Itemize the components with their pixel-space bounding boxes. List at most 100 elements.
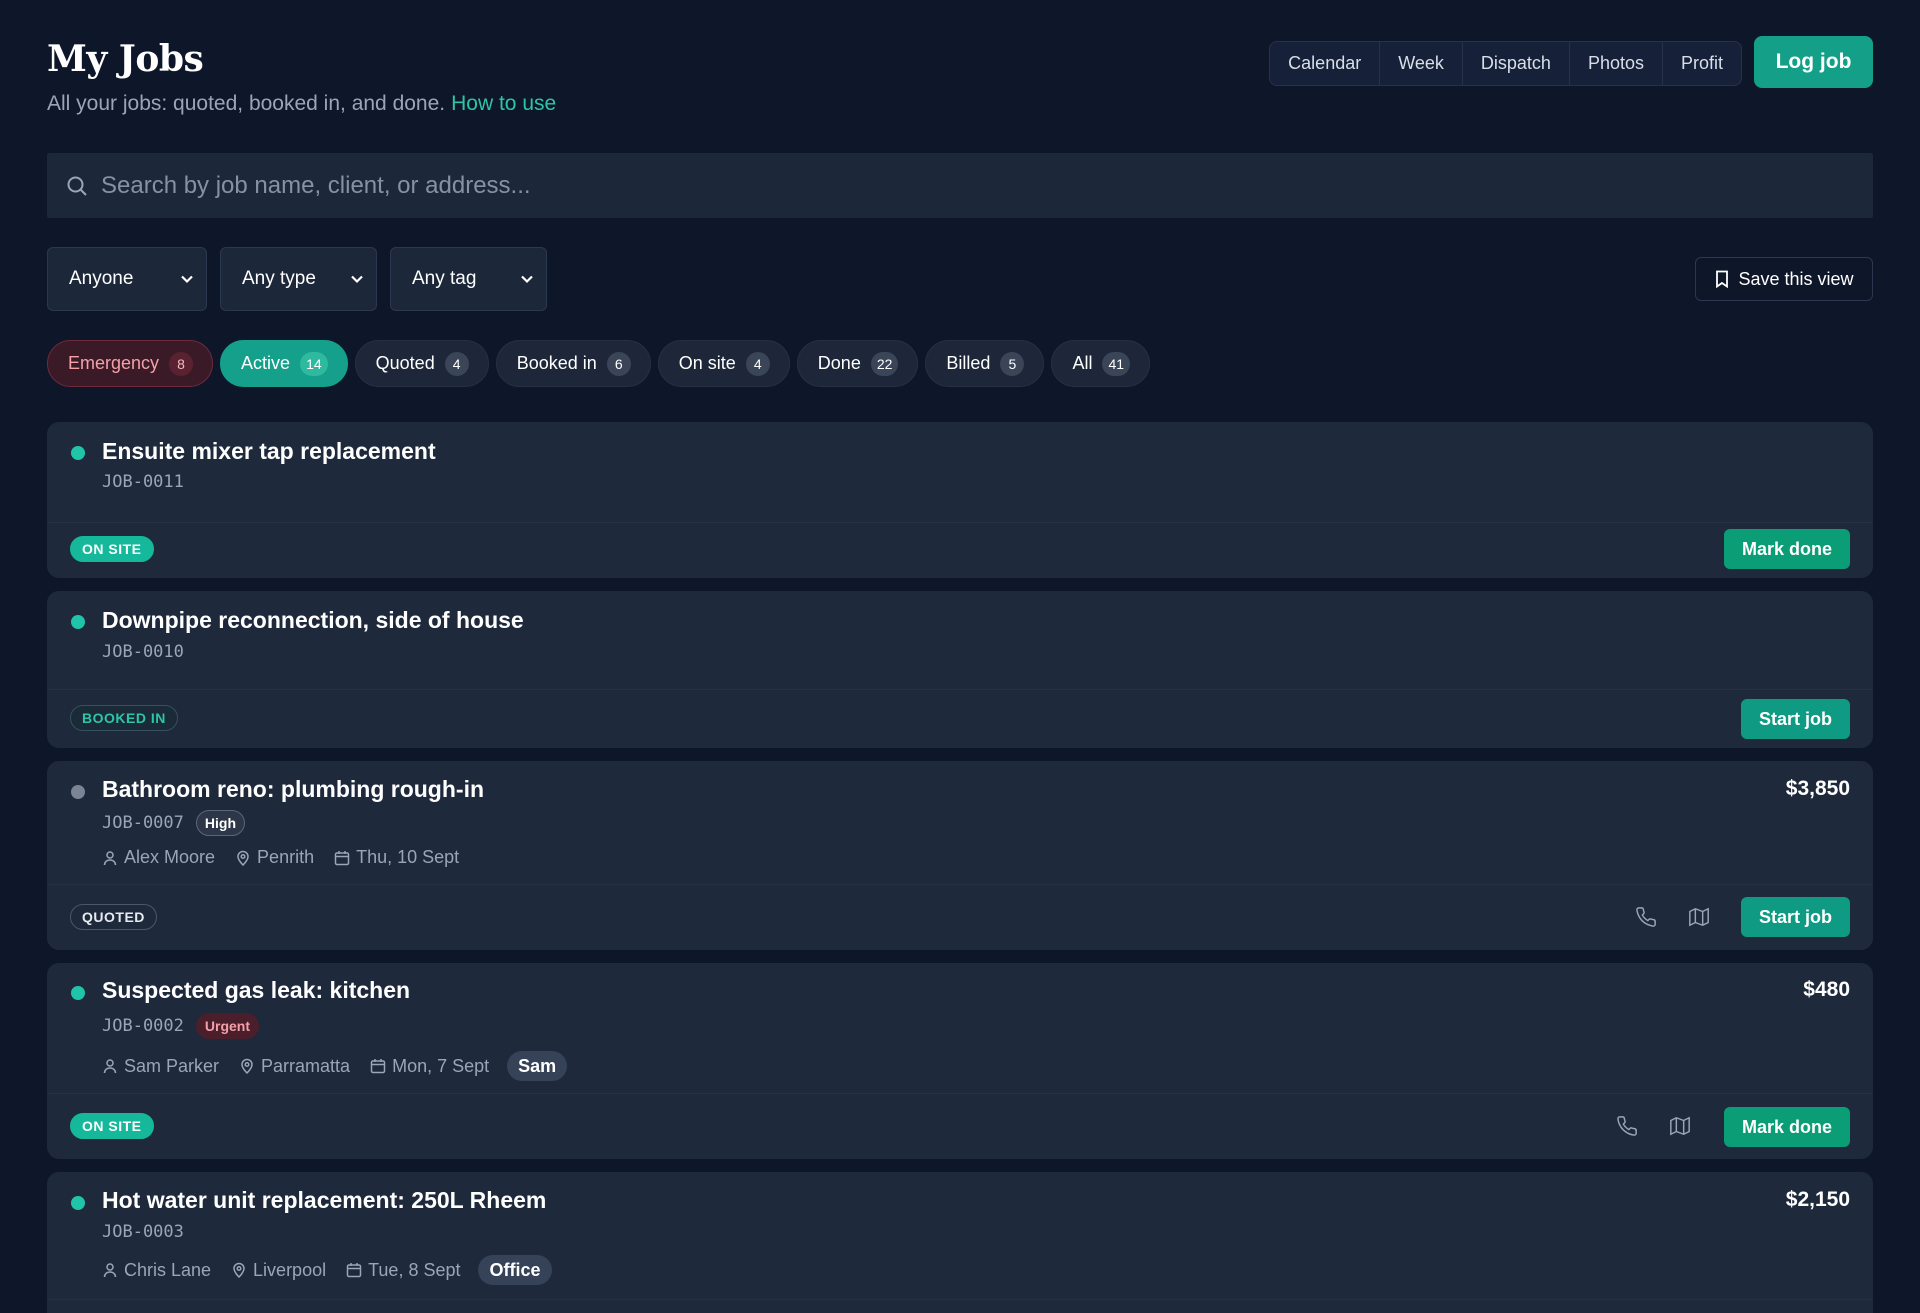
job-meta: Alex Moore Penrith Thu, 10 Sept bbox=[102, 847, 459, 868]
user-icon bbox=[102, 850, 118, 866]
pill-emergency[interactable]: Emergency 8 bbox=[47, 340, 214, 387]
job-id-text: JOB-0003 bbox=[102, 1222, 184, 1242]
job-id: JOB-0003 bbox=[102, 1222, 184, 1242]
nav-week-button[interactable]: Week bbox=[1380, 42, 1463, 85]
date-text: Mon, 7 Sept bbox=[392, 1055, 490, 1076]
assignee-tag: Office bbox=[478, 1255, 552, 1285]
priority-badge: Urgent bbox=[195, 1013, 260, 1039]
pill-billed[interactable]: Billed 5 bbox=[925, 340, 1045, 387]
tag-select-value: Any tag bbox=[412, 268, 477, 289]
pill-label: Active bbox=[241, 353, 291, 373]
save-view-button[interactable]: Save this view bbox=[1695, 257, 1873, 301]
job-date: Tue, 8 Sept bbox=[346, 1260, 460, 1281]
status-dot bbox=[71, 1196, 85, 1210]
job-meta: Chris Lane Liverpool Tue, 8 Sept Office bbox=[102, 1255, 552, 1285]
job-card[interactable]: Downpipe reconnection, side of house JOB… bbox=[47, 591, 1873, 748]
card-divider bbox=[47, 884, 1873, 885]
job-card[interactable]: Hot water unit replacement: 250L Rheem $… bbox=[47, 1172, 1873, 1313]
nav-profit-button[interactable]: Profit bbox=[1663, 42, 1741, 85]
job-id: JOB-0011 bbox=[102, 472, 184, 492]
priority-badge: High bbox=[195, 810, 245, 836]
filter-bar: Anyone Any type Any tag bbox=[47, 247, 547, 311]
pill-count: 8 bbox=[169, 351, 194, 376]
job-amount: $2,150 bbox=[1785, 1188, 1850, 1211]
mark-done-button[interactable]: Mark done bbox=[1723, 1107, 1850, 1147]
search-bar bbox=[47, 153, 1873, 218]
calendar-icon bbox=[346, 1262, 362, 1278]
header: My Jobs All your jobs: quoted, booked in… bbox=[47, 36, 1873, 126]
nav-dispatch-button[interactable]: Dispatch bbox=[1463, 42, 1570, 85]
location-name: Liverpool bbox=[253, 1259, 327, 1280]
phone-icon[interactable] bbox=[1632, 903, 1660, 931]
subtitle-text: All your jobs: quoted, booked in, and do… bbox=[47, 92, 446, 115]
type-select-value: Any type bbox=[242, 268, 316, 289]
job-location: Parramatta bbox=[239, 1056, 350, 1077]
job-title[interactable]: Bathroom reno: plumbing rough-in bbox=[102, 776, 484, 803]
client-name: Chris Lane bbox=[124, 1259, 212, 1280]
assignee-tag: Sam bbox=[507, 1051, 568, 1081]
mark-done-button[interactable]: Mark done bbox=[1723, 529, 1850, 569]
map-icon[interactable] bbox=[1685, 903, 1713, 931]
pill-label: All bbox=[1072, 353, 1093, 373]
view-nav: Calendar Week Dispatch Photos Profit bbox=[1269, 41, 1742, 86]
job-location: Liverpool bbox=[231, 1260, 326, 1281]
pill-quoted[interactable]: Quoted 4 bbox=[354, 340, 489, 387]
chevron-down-icon bbox=[520, 272, 534, 286]
status-badge: QUOTED bbox=[70, 904, 157, 930]
job-title[interactable]: Ensuite mixer tap replacement bbox=[102, 438, 436, 465]
page-subtitle: All your jobs: quoted, booked in, and do… bbox=[47, 92, 1873, 116]
job-id: JOB-0010 bbox=[102, 642, 184, 662]
job-id-text: JOB-0010 bbox=[102, 642, 184, 662]
job-date: Thu, 10 Sept bbox=[334, 847, 459, 868]
job-amount: $480 bbox=[1803, 978, 1850, 1001]
job-card[interactable]: Ensuite mixer tap replacement JOB-0011 O… bbox=[47, 422, 1873, 578]
pill-count: 6 bbox=[606, 351, 631, 376]
job-client: Sam Parker bbox=[102, 1056, 219, 1077]
pill-booked-in[interactable]: Booked in 6 bbox=[495, 340, 651, 387]
pill-count: 41 bbox=[1102, 351, 1131, 376]
job-title[interactable]: Downpipe reconnection, side of house bbox=[102, 607, 524, 634]
log-job-button[interactable]: Log job bbox=[1754, 36, 1873, 88]
nav-calendar-button[interactable]: Calendar bbox=[1270, 42, 1381, 85]
tag-select[interactable]: Any tag bbox=[390, 247, 547, 311]
assignee-select[interactable]: Anyone bbox=[47, 247, 207, 311]
job-card[interactable]: Bathroom reno: plumbing rough-in $3,850 … bbox=[47, 761, 1873, 950]
status-badge: ON SITE bbox=[70, 536, 154, 562]
pill-label: Done bbox=[817, 353, 861, 373]
pill-all[interactable]: All 41 bbox=[1051, 340, 1151, 387]
map-icon[interactable] bbox=[1666, 1112, 1694, 1140]
search-input[interactable] bbox=[89, 153, 1873, 218]
bookmark-icon bbox=[1714, 270, 1730, 288]
search-icon bbox=[65, 174, 89, 198]
phone-icon[interactable] bbox=[1613, 1112, 1641, 1140]
pill-count: 5 bbox=[1000, 351, 1025, 376]
date-text: Thu, 10 Sept bbox=[356, 847, 460, 867]
nav-photos-button[interactable]: Photos bbox=[1570, 42, 1663, 85]
pill-on-site[interactable]: On site 4 bbox=[657, 340, 790, 387]
status-badge: ON SITE bbox=[70, 1113, 154, 1139]
user-icon bbox=[102, 1058, 118, 1074]
job-date: Mon, 7 Sept bbox=[370, 1056, 489, 1077]
pill-label: Billed bbox=[946, 353, 991, 373]
pill-count: 22 bbox=[870, 351, 899, 376]
pill-label: Emergency bbox=[68, 353, 160, 373]
card-divider bbox=[47, 689, 1873, 690]
start-job-button[interactable]: Start job bbox=[1740, 699, 1850, 739]
job-title[interactable]: Suspected gas leak: kitchen bbox=[102, 977, 410, 1004]
status-pills: Emergency 8 Active 14 Quoted 4 Booked in 6 O… bbox=[47, 340, 1151, 387]
job-client: Alex Moore bbox=[102, 847, 215, 868]
job-card[interactable]: Suspected gas leak: kitchen $480 JOB-000… bbox=[47, 963, 1873, 1159]
start-job-button[interactable]: Start job bbox=[1740, 897, 1850, 937]
map-pin-icon bbox=[231, 1262, 247, 1278]
job-id-text: JOB-0011 bbox=[102, 472, 184, 492]
how-to-use-link[interactable]: How to use bbox=[451, 92, 556, 115]
card-divider bbox=[47, 522, 1873, 523]
assignee-select-value: Anyone bbox=[69, 268, 134, 289]
job-title[interactable]: Hot water unit replacement: 250L Rheem bbox=[102, 1187, 546, 1214]
pill-done[interactable]: Done 22 bbox=[796, 340, 919, 387]
map-pin-icon bbox=[235, 850, 251, 866]
status-dot bbox=[71, 785, 85, 799]
pill-active[interactable]: Active 14 bbox=[220, 340, 348, 387]
job-meta: Sam Parker Parramatta Mon, 7 Sept Sam bbox=[102, 1051, 568, 1081]
type-select[interactable]: Any type bbox=[220, 247, 377, 311]
